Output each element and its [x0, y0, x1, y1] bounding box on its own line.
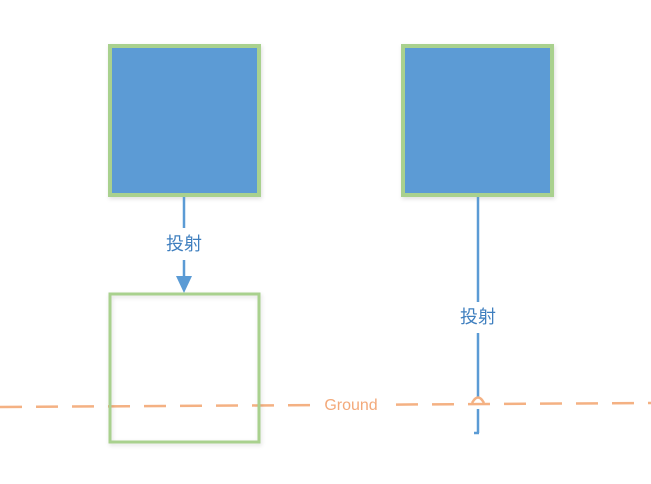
- right-projection-hop: [470, 396, 486, 404]
- ground-label: Ground: [324, 397, 377, 414]
- left-source-box: [108, 44, 261, 197]
- left-projection-arrowhead: [176, 276, 192, 293]
- left-projected-box: [108, 292, 261, 444]
- right-source-box: [401, 44, 554, 197]
- right-projection-label: 投射: [460, 307, 496, 328]
- left-projection-label: 投射: [166, 234, 202, 255]
- diagram-canvas: Ground 投射 投射: [0, 0, 651, 484]
- diagram-svg: Ground 投射 投射: [0, 44, 651, 444]
